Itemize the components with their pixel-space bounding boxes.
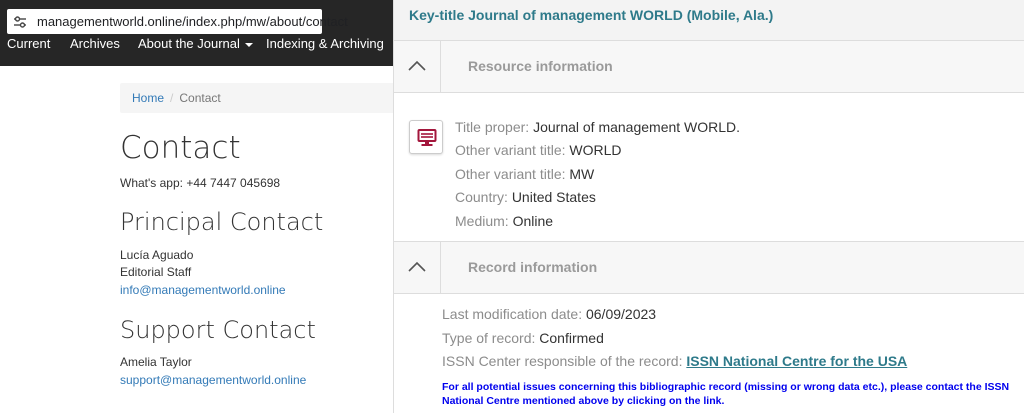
field-label: ISSN Center responsible of the record: <box>442 353 687 369</box>
record-header: Key-title Journal of management WORLD (M… <box>394 0 1024 41</box>
field-value: Journal of management WORLD. <box>533 119 741 135</box>
field-value: Confirmed <box>539 330 604 346</box>
issn-center-link[interactable]: ISSN National Centre for the USA <box>686 353 907 369</box>
breadcrumb-home-link[interactable]: Home <box>132 91 164 105</box>
record-field-last-modified: Last modification date: 06/09/2023 <box>442 306 656 322</box>
nav-item-about-label: About the Journal <box>138 36 240 51</box>
resource-field-title-proper: Title proper: Journal of management WORL… <box>455 119 740 135</box>
nav-item-current[interactable]: Current <box>7 36 50 51</box>
url-bar[interactable]: managementworld.online/index.php/mw/abou… <box>7 9 348 34</box>
journal-contact-page: managementworld.online/index.php/mw/abou… <box>0 0 393 413</box>
resource-field-medium: Medium: Online <box>455 213 553 229</box>
field-value: MW <box>569 166 595 182</box>
field-label: Last modification date: <box>442 306 586 322</box>
principal-contact-role: Editorial Staff <box>120 265 192 279</box>
whatsapp-number: What's app: +44 7447 045698 <box>120 176 281 190</box>
record-field-type: Type of record: Confirmed <box>442 330 604 346</box>
chevron-up-icon <box>408 60 426 71</box>
caret-down-icon <box>244 42 253 47</box>
breadcrumb-separator: / <box>170 91 174 105</box>
top-bar: managementworld.online/index.php/mw/abou… <box>0 0 393 66</box>
field-label: Other variant title: <box>455 166 570 182</box>
record-section-title: Record information <box>468 259 598 275</box>
support-contact-email[interactable]: support@managementworld.online <box>120 373 306 387</box>
resource-information-section: Resource information <box>394 40 1024 93</box>
field-label: Other variant title: <box>455 142 570 158</box>
field-label: Title proper: <box>455 119 534 135</box>
computer-monitor-icon <box>409 120 443 154</box>
main-nav: Current Archives About the Journal Index… <box>0 36 393 54</box>
page-title: Contact <box>120 130 241 166</box>
field-value: WORLD <box>569 142 622 158</box>
field-value: Online <box>512 213 554 229</box>
record-field-issn-center: ISSN Center responsible of the record: I… <box>442 353 907 369</box>
resource-field-variant-title-2: Other variant title: MW <box>455 166 594 182</box>
resource-collapse-button[interactable] <box>394 41 441 92</box>
field-label: Country: <box>455 189 512 205</box>
principal-contact-name: Lucía Aguado <box>120 248 194 262</box>
chevron-up-icon <box>408 261 426 272</box>
field-label: Type of record: <box>442 330 540 346</box>
field-value: United States <box>511 189 596 205</box>
resource-field-variant-title-1: Other variant title: WORLD <box>455 142 622 158</box>
issn-record-panel: Key-title Journal of management WORLD (M… <box>393 0 1024 413</box>
principal-contact-heading: Principal Contact <box>120 208 324 236</box>
field-value: 06/09/2023 <box>585 306 657 322</box>
nav-item-about[interactable]: About the Journal <box>138 36 253 51</box>
support-contact-name: Amelia Taylor <box>120 355 192 369</box>
record-information-section: Record information <box>394 241 1024 294</box>
breadcrumb: Home / Contact <box>120 83 393 113</box>
support-contact-heading: Support Contact <box>120 316 316 344</box>
field-label: Medium: <box>455 213 513 229</box>
url-text[interactable]: managementworld.online/index.php/mw/abou… <box>37 14 348 29</box>
resource-field-country: Country: United States <box>455 189 596 205</box>
nav-item-archives[interactable]: Archives <box>70 36 120 51</box>
nav-item-indexing[interactable]: Indexing & Archiving <box>266 36 384 51</box>
key-title: Key-title Journal of management WORLD (M… <box>409 7 774 23</box>
tune-icon[interactable] <box>13 15 27 29</box>
principal-contact-email[interactable]: info@managementworld.online <box>120 283 286 297</box>
record-collapse-button[interactable] <box>394 242 441 293</box>
record-notice: For all potential issues concerning this… <box>442 381 1010 407</box>
resource-section-title: Resource information <box>468 58 613 74</box>
breadcrumb-current: Contact <box>179 91 221 105</box>
